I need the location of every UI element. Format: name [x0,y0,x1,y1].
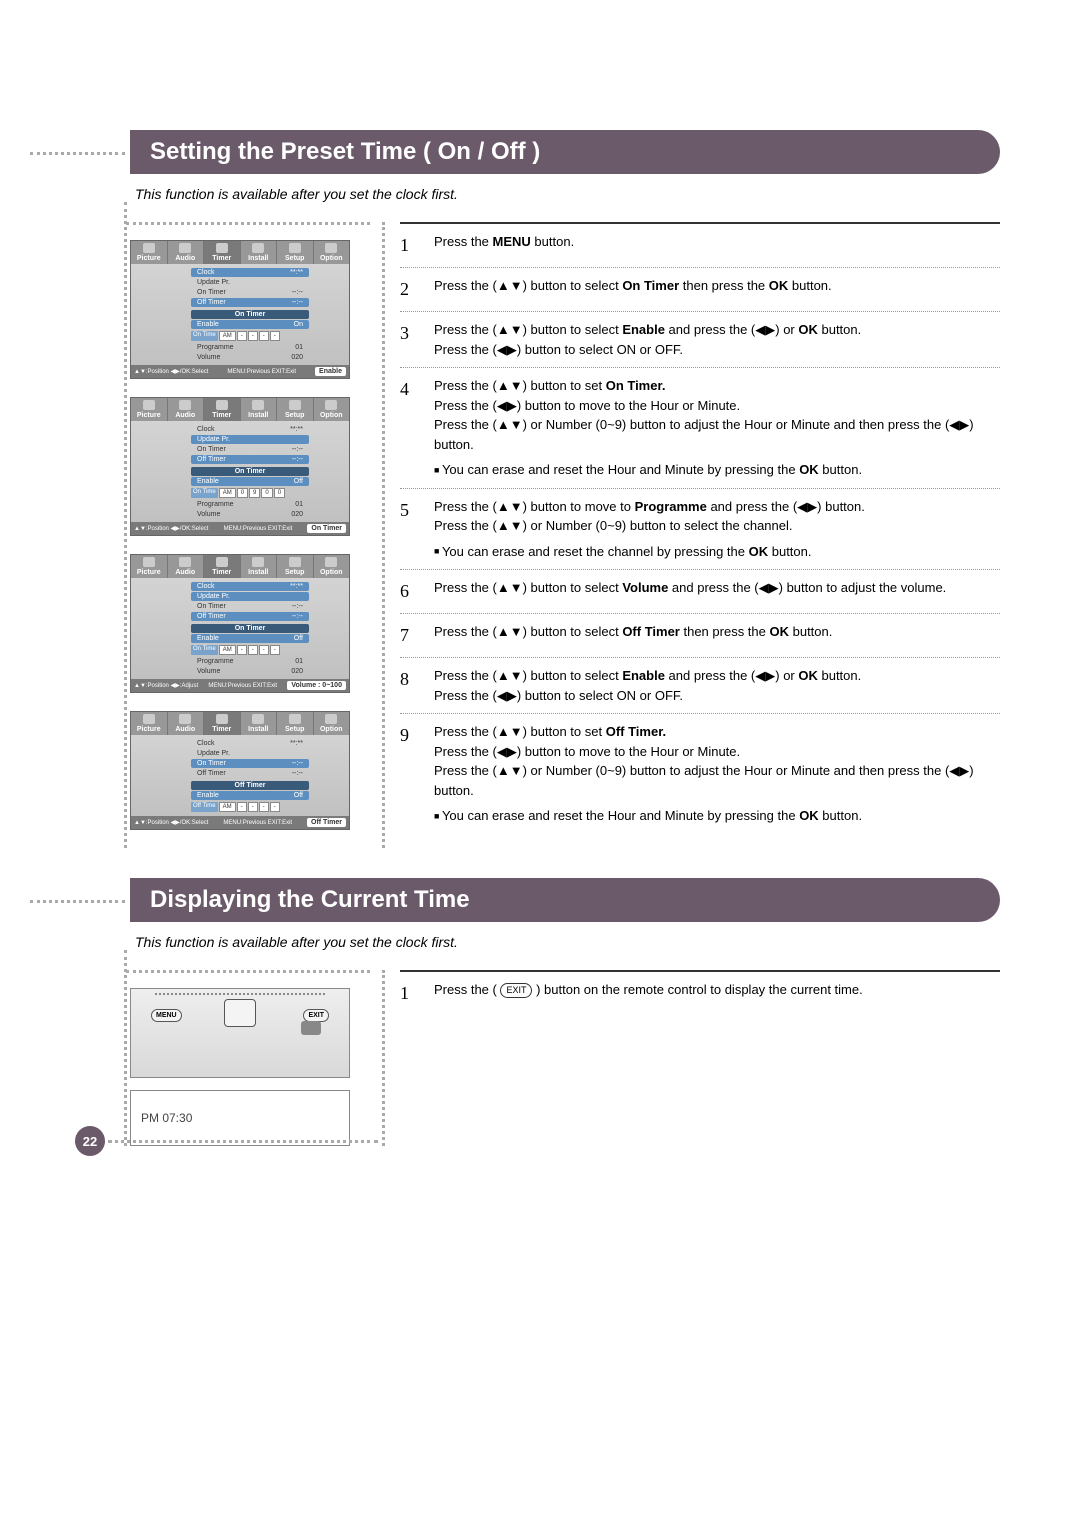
osd-tab: Option [314,398,350,421]
osd-tab: Setup [277,398,314,421]
osd-tab: Setup [277,712,314,735]
osd-tab: Install [241,241,278,264]
osd-tab: Audio [168,398,205,421]
decorative-dots [30,900,125,903]
osd-tab: Install [241,555,278,578]
osd-tab: Timer [204,398,241,421]
osd-screenshot-2: PictureAudioTimerInstallSetupOptionClock… [130,397,350,536]
step-9: 9 Press the (▲▼) button to set Off Timer… [400,714,1000,834]
page-number-badge: 22 [75,1126,105,1156]
osd-tab: Picture [131,712,168,735]
remote-menu-button: MENU [151,1009,182,1022]
osd-screenshot-1: PictureAudioTimerInstallSetupOptionClock… [130,240,350,379]
remote-search-icon [301,1021,321,1035]
step-6: 6 Press the (▲▼) button to select Volume… [400,570,1000,614]
steps-column: 1 Press the MENU button. 2 Press the (▲▼… [400,222,1000,848]
osd-screenshot-4: PictureAudioTimerInstallSetupOptionClock… [130,711,350,830]
step-8: 8 Press the (▲▼) button to select Enable… [400,658,1000,714]
osd-tab: Install [241,712,278,735]
section-2-banner: Displaying the Current Time [130,878,1000,922]
step-1: 1 Press the MENU button. [400,224,1000,268]
osd-tab: Setup [277,241,314,264]
step-3: 3 Press the (▲▼) button to select Enable… [400,312,1000,368]
osd-tab: Install [241,398,278,421]
section-2-title: Displaying the Current Time [150,886,470,913]
step-7: 7 Press the (▲▼) button to select Off Ti… [400,614,1000,658]
decorative-dots [30,152,125,155]
osd-screenshots-column: PictureAudioTimerInstallSetupOptionClock… [130,222,370,848]
remote-nav-pad [224,999,256,1027]
osd-tab: Audio [168,241,205,264]
osd-tab: Picture [131,398,168,421]
current-time-value: PM 07:30 [141,1111,192,1125]
section-2-subtitle: This function is available after you set… [130,934,1000,950]
osd-tab: Timer [204,712,241,735]
osd-tab: Picture [131,241,168,264]
step-number: 1 [400,232,418,259]
osd-tab: Option [314,712,350,735]
osd-screenshot-3: PictureAudioTimerInstallSetupOptionClock… [130,554,350,693]
section-1-title: Setting the Preset Time ( On / Off ) [150,138,540,165]
step-4: 4 Press the (▲▼) button to set On Timer.… [400,368,1000,489]
osd-tab: Timer [204,555,241,578]
decorative-dots [108,1140,378,1143]
time-display-box: PM 07:30 [130,1090,350,1146]
osd-tab: Picture [131,555,168,578]
exit-chip-icon: EXIT [500,983,532,999]
step-5: 5 Press the (▲▼) button to move to Progr… [400,489,1000,571]
osd-tab: Setup [277,555,314,578]
osd-tab: Option [314,241,350,264]
osd-tab: Audio [168,555,205,578]
osd-tab: Timer [204,241,241,264]
section-1-subtitle: This function is available after you set… [130,186,1000,202]
osd-tab: Option [314,555,350,578]
section-1-banner: Setting the Preset Time ( On / Off ) [130,130,1000,174]
section-2-step-1: 1 Press the ( EXIT ) button on the remot… [400,972,1000,1015]
remote-illustration: MENU EXIT [130,988,350,1078]
step-2: 2 Press the (▲▼) button to select On Tim… [400,268,1000,312]
osd-tab: Audio [168,712,205,735]
remote-column: MENU EXIT PM 07:30 [130,970,370,1146]
section-2-steps: 1 Press the ( EXIT ) button on the remot… [400,970,1000,1146]
